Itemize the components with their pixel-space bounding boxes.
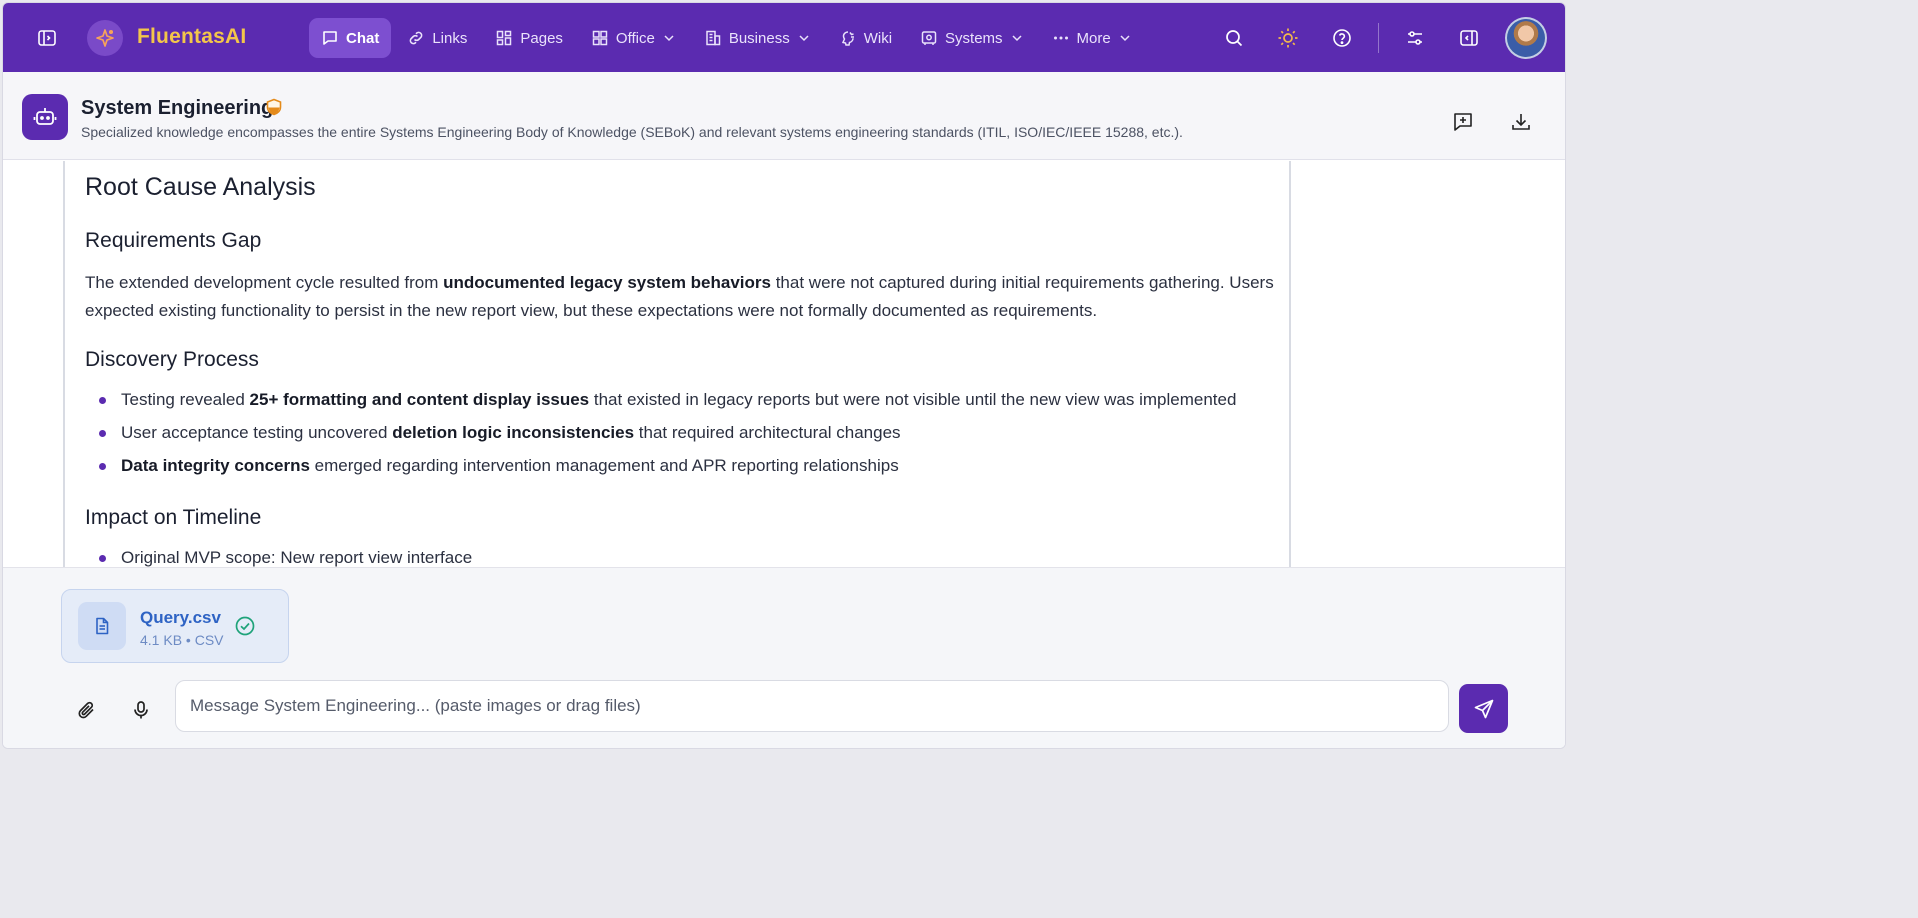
nav-item-systems[interactable]: Systems <box>908 18 1036 58</box>
nav-item-label: More <box>1076 29 1111 47</box>
chevron-down-icon <box>799 35 809 42</box>
section-heading: Discovery Process <box>85 348 259 371</box>
top-navbar: FluentasAI Chat Links Pages Office Busin… <box>3 3 1565 72</box>
nav-item-label: Chat <box>346 29 380 47</box>
list-item: User acceptance testing uncovered deleti… <box>65 416 1236 449</box>
dots-icon <box>1053 36 1068 40</box>
user-avatar[interactable] <box>1505 17 1547 59</box>
app-brand-name[interactable]: FluentasAI <box>137 25 246 49</box>
chat-scroll-area[interactable]: Root Cause Analysis Requirements Gap The… <box>3 161 1565 567</box>
app-window: FluentasAI Chat Links Pages Office Busin… <box>2 2 1566 749</box>
apps-grid-icon <box>592 30 608 46</box>
brain-icon <box>841 31 854 46</box>
nav-item-office[interactable]: Office <box>579 18 688 58</box>
section-heading: Impact on Timeline <box>85 506 262 529</box>
robot-icon <box>22 94 68 140</box>
paperclip-icon[interactable] <box>69 692 105 728</box>
nav-item-label: Links <box>432 29 468 47</box>
message-input[interactable] <box>175 680 1449 732</box>
systems-icon <box>921 31 937 45</box>
list-item: Testing revealed 25+ formatting and cont… <box>65 383 1236 416</box>
building-icon <box>706 30 721 46</box>
bullet-list: Original MVP scope: New report view inte… <box>65 541 472 567</box>
nav-item-label: Wiki <box>863 29 893 47</box>
attachment-meta: 4.1 KB • CSV <box>140 632 224 648</box>
search-icon[interactable] <box>1216 20 1252 56</box>
nav-item-label: Business <box>728 29 790 47</box>
chevron-down-icon <box>664 35 674 42</box>
composer-area: Query.csv 4.1 KB • CSV <box>3 567 1565 748</box>
send-button[interactable] <box>1459 684 1508 733</box>
nav-item-links[interactable]: Links <box>395 18 479 58</box>
chevron-down-icon <box>1012 35 1022 42</box>
section-heading: Requirements Gap <box>85 229 262 252</box>
chat-bubble-icon <box>323 31 337 45</box>
nav-item-more[interactable]: More <box>1040 18 1144 58</box>
section-paragraph: The extended development cycle resulted … <box>85 273 1274 320</box>
nav-item-pages[interactable]: Pages <box>483 18 575 58</box>
check-circle-icon <box>234 615 256 642</box>
nav-item-business[interactable]: Business <box>692 18 823 58</box>
link-icon <box>409 31 423 45</box>
download-icon[interactable] <box>1503 104 1539 140</box>
send-icon <box>1474 699 1493 718</box>
assistant-name: System Engineering <box>81 97 274 119</box>
nav-item-chat[interactable]: Chat <box>309 18 392 58</box>
sidebar-toggle-icon[interactable] <box>29 20 65 56</box>
help-icon[interactable] <box>1324 20 1360 56</box>
list-item: Original MVP scope: New report view inte… <box>65 541 472 567</box>
settings-sliders-icon[interactable] <box>1397 20 1433 56</box>
nav-item-label: Systems <box>945 29 1003 47</box>
attachment-name: Query.csv <box>140 608 221 627</box>
nav-item-label: Pages <box>520 29 563 47</box>
bullet-list: Testing revealed 25+ formatting and cont… <box>65 383 1236 482</box>
sun-theme-icon[interactable] <box>1270 20 1306 56</box>
new-chat-icon[interactable] <box>1445 104 1481 140</box>
assistant-header: System Engineering Specialized knowledge… <box>3 72 1565 160</box>
assistant-description: Specialized knowledge encompasses the en… <box>81 124 1183 140</box>
shield-badge-icon <box>265 98 283 121</box>
list-item: Data integrity concerns emerged regardin… <box>65 449 1236 482</box>
microphone-icon[interactable] <box>123 692 159 728</box>
file-document-icon <box>78 602 126 650</box>
nav-item-label: Office <box>615 29 655 47</box>
main-nav: Chat Links Pages Office Business Wiki Sy… <box>309 18 1144 58</box>
grid-pages-icon <box>497 30 512 46</box>
chevron-down-icon <box>1120 35 1130 42</box>
attachment-chip[interactable]: Query.csv 4.1 KB • CSV <box>61 589 289 663</box>
header-tools <box>1198 17 1547 59</box>
nav-item-wiki[interactable]: Wiki <box>827 18 904 58</box>
message-heading: Root Cause Analysis <box>85 173 316 201</box>
panel-toggle-icon[interactable] <box>1451 20 1487 56</box>
header-divider <box>1378 23 1379 53</box>
app-logo-icon[interactable] <box>87 20 123 56</box>
assistant-message: Root Cause Analysis Requirements Gap The… <box>63 161 1291 567</box>
